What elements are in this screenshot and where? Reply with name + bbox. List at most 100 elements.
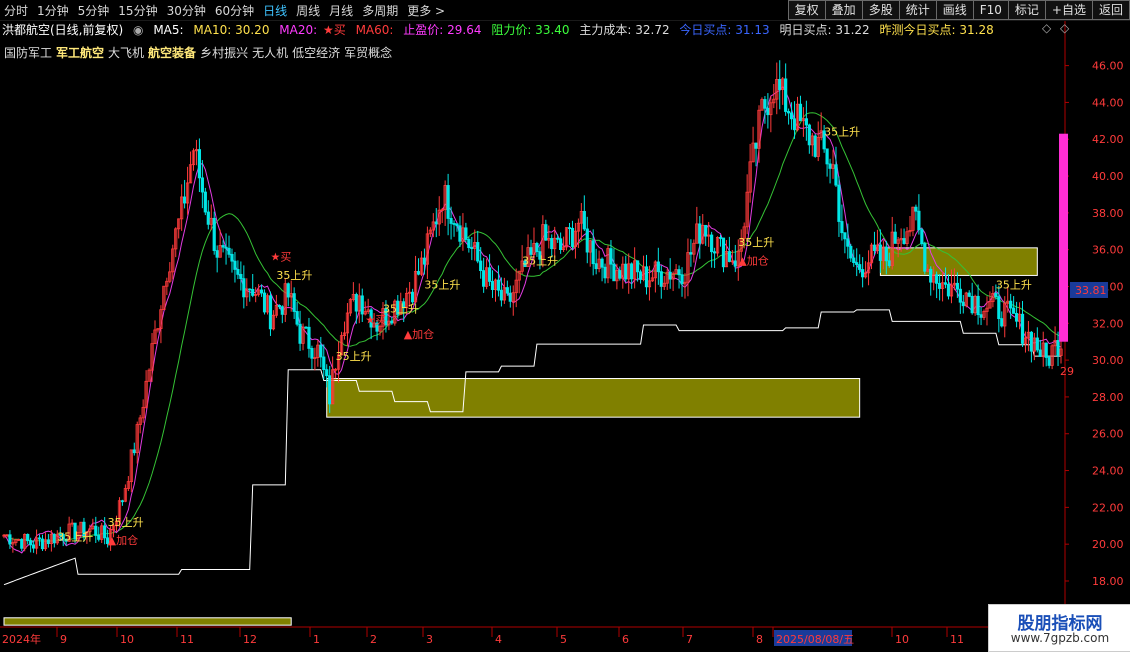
stock-name: 洪都航空(日线,前复权)	[2, 23, 124, 37]
candle-body	[32, 544, 36, 549]
period-tab[interactable]: 60分钟	[215, 4, 254, 18]
ma5-label: MA5:	[153, 23, 184, 37]
settings-icon[interactable]: ◉	[133, 23, 143, 37]
period-tab[interactable]: 分时	[4, 4, 28, 18]
signal-label: 35上升	[108, 516, 144, 529]
candle-body	[319, 344, 323, 358]
concept-tag[interactable]: 大飞机	[108, 46, 144, 60]
candle-body	[792, 118, 797, 131]
candle-body	[499, 289, 504, 301]
y-tick-label: 40.00	[1092, 170, 1124, 183]
candle-body	[1000, 318, 1004, 327]
candle-body	[914, 206, 918, 212]
candle-body	[938, 282, 942, 289]
candle-body	[612, 263, 616, 282]
signal-label: 35上升	[996, 278, 1032, 291]
stop-profit-price: 止盈价: 29.64	[403, 23, 482, 37]
x-tick-label: 5	[560, 633, 567, 646]
candle-body	[416, 271, 421, 275]
candle-body	[733, 260, 737, 267]
candle-body	[40, 538, 45, 550]
toolbar-button[interactable]: 复权	[787, 0, 826, 20]
candle-body	[858, 264, 862, 270]
candle-body	[594, 263, 598, 270]
period-tab[interactable]: 周线	[296, 4, 320, 18]
period-tab[interactable]: 月线	[329, 4, 353, 18]
concept-tag[interactable]: 无人机	[252, 46, 288, 60]
candle-body	[239, 273, 243, 280]
candle-body	[689, 252, 693, 255]
candle-body	[778, 78, 782, 91]
y-tick-label: 46.00	[1092, 60, 1124, 73]
ma60-line	[3, 309, 1061, 586]
toolbar-button[interactable]: 叠加	[824, 0, 863, 20]
candle-body	[449, 218, 453, 224]
candle-body	[994, 293, 998, 298]
candle-body	[828, 163, 832, 169]
period-tab[interactable]: 15分钟	[118, 4, 157, 18]
candle-body	[970, 295, 974, 314]
ma20-line	[3, 112, 1062, 542]
candle-body	[591, 240, 595, 265]
toolbar-button[interactable]: 多股	[861, 0, 900, 20]
period-toolbar: 分时 1分钟 5分钟 15分钟 30分钟 60分钟 日线 周线 月线 多周期 更多 > 复权 叠加 多股…	[0, 0, 1130, 21]
candle-body	[852, 257, 856, 263]
toolbar-button[interactable]: 返回	[1091, 0, 1130, 20]
candle-body	[902, 238, 906, 244]
candle-body	[935, 274, 939, 284]
toolbar-button[interactable]: F10	[972, 0, 1009, 20]
signal-label: 35上升	[336, 350, 372, 363]
y-tick-label: 32.00	[1092, 317, 1124, 330]
candle-body	[766, 107, 770, 116]
toolbar-button[interactable]: +自选	[1044, 0, 1093, 20]
toolbar-button[interactable]: 画线	[935, 0, 974, 20]
candle-body	[280, 306, 284, 315]
low-marker-label: 29	[1060, 365, 1074, 378]
candle-body	[585, 228, 589, 253]
candle-body	[855, 262, 859, 265]
period-tab[interactable]: 1分钟	[37, 4, 69, 18]
candle-body	[1029, 331, 1033, 352]
candle-body	[487, 267, 492, 282]
concept-tag[interactable]: 国防军工	[4, 46, 52, 60]
resistance-price: 阻力价: 33.40	[491, 23, 570, 37]
candle-body	[887, 260, 891, 267]
candle-body	[132, 449, 136, 454]
period-tab[interactable]: 日线	[263, 4, 287, 18]
concept-tag[interactable]: 乡村振兴	[200, 46, 248, 60]
candle-body	[1047, 357, 1051, 366]
candle-body	[618, 270, 622, 279]
period-tab[interactable]: 30分钟	[167, 4, 206, 18]
candle-body	[470, 247, 474, 250]
candle-body	[804, 118, 808, 126]
candle-body	[976, 295, 980, 316]
x-tick-label: 1	[313, 633, 320, 646]
candle-body	[929, 268, 933, 283]
candle-body	[230, 253, 234, 262]
candle-body	[8, 534, 12, 545]
candle-body	[946, 283, 951, 297]
candle-body	[496, 279, 501, 291]
concept-tag[interactable]: 军贸概念	[344, 46, 392, 60]
candle-body	[834, 164, 838, 186]
x-tick-label: 6	[622, 633, 629, 646]
concept-tag[interactable]: 航空装备	[148, 46, 196, 60]
period-tab[interactable]: 更多 >	[407, 4, 445, 18]
toolbar-button[interactable]: 标记	[1007, 0, 1046, 20]
candle-body	[458, 225, 462, 242]
diamond-icon-2[interactable]: ◇	[1060, 21, 1069, 35]
candle-body	[846, 238, 850, 247]
ma20-label: MA20:	[279, 23, 318, 37]
diamond-icon-1[interactable]: ◇	[1042, 21, 1051, 35]
toolbar-button[interactable]: 统计	[898, 0, 937, 20]
candle-body	[644, 266, 649, 288]
concept-tag[interactable]: 低空经济	[292, 46, 340, 60]
concept-tag[interactable]: 军工航空	[56, 46, 104, 60]
candle-body	[224, 246, 228, 249]
period-tab[interactable]: 5分钟	[78, 4, 110, 18]
signal-label: ▲加仓	[108, 533, 138, 547]
period-tab[interactable]: 多周期	[362, 4, 398, 18]
signal-label: 35上升	[383, 302, 419, 315]
candle-body	[763, 99, 767, 109]
candle-body	[360, 295, 364, 315]
